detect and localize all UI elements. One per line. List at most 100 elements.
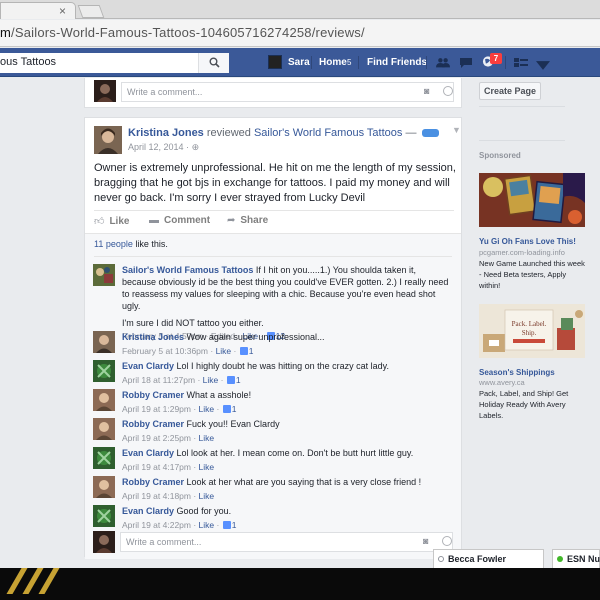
close-tab-icon[interactable]: × xyxy=(59,4,66,18)
camera-icon[interactable]: ◙ xyxy=(424,86,429,96)
comment-like-count[interactable]: 1 xyxy=(232,404,237,414)
privacy-shortcuts-icon[interactable] xyxy=(514,57,528,68)
comment-author-link[interactable]: Robby Cramer xyxy=(122,477,184,487)
sticker-icon[interactable] xyxy=(443,86,453,96)
address-bar[interactable]: m/Sailors-World-Famous-Tattoos-104605716… xyxy=(0,20,600,47)
camera-icon[interactable]: ◙ xyxy=(423,536,428,546)
chat-tab[interactable]: Becca Fowler xyxy=(433,549,544,568)
account-menu-chevron-icon[interactable] xyxy=(536,60,550,71)
commenter-avatar[interactable] xyxy=(93,331,115,353)
search-icon xyxy=(209,57,220,68)
comment-timestamp[interactable]: April 19 at 2:25pm xyxy=(122,433,191,443)
post-body: Owner is extremely unprofessional. He hi… xyxy=(94,162,456,204)
chat-tab-name: Becca Fowler xyxy=(448,554,507,564)
like-count-icon xyxy=(239,347,248,355)
browser-tab[interactable]: × xyxy=(0,2,76,19)
home-link[interactable]: Home xyxy=(319,57,347,68)
svg-text:Pack. Label.: Pack. Label. xyxy=(512,320,547,328)
post-timestamp[interactable]: April 12, 2014 · ⊕ xyxy=(128,142,199,153)
comment-button[interactable]: ▬ Comment xyxy=(149,215,210,226)
left-margin xyxy=(0,78,84,568)
comment-author-link[interactable]: Robby Cramer xyxy=(122,419,184,429)
comment-author-link[interactable]: Evan Clardy xyxy=(122,448,174,458)
comment-input-placeholder: Write a comment... xyxy=(126,537,202,547)
ad-title-link[interactable]: Season's Shippings xyxy=(479,368,555,377)
comment-body: Evan Clardy Lol I highly doubt he was hi… xyxy=(122,360,452,386)
comment-author-link[interactable]: Robby Cramer xyxy=(122,390,184,400)
chat-tab[interactable]: ESN Nug xyxy=(552,549,600,568)
comment-like-link[interactable]: Like xyxy=(199,520,215,530)
like-count-icon xyxy=(222,521,231,529)
comment-timestamp[interactable]: April 18 at 11:27pm xyxy=(122,375,195,385)
divider xyxy=(505,56,506,69)
comment-input[interactable]: Write a comment... ◙ xyxy=(120,532,453,552)
commenter-avatar xyxy=(94,80,116,102)
friend-requests-icon[interactable] xyxy=(436,57,450,68)
commenter-avatar[interactable] xyxy=(93,418,115,440)
author-avatar[interactable] xyxy=(94,126,122,154)
comment-meta: April 19 at 1:29pm · Like · 1 xyxy=(122,404,237,414)
comment-like-link[interactable]: Like xyxy=(199,433,215,443)
ad-image-avery[interactable]: Pack. Label. Ship. xyxy=(479,304,585,358)
chat-tab-name: ESN Nug xyxy=(567,554,600,564)
comment-timestamp[interactable]: April 19 at 1:29pm xyxy=(122,404,191,414)
comment-timestamp[interactable]: April 19 at 4:17pm xyxy=(122,462,191,472)
share-button[interactable]: ➦ Share xyxy=(227,215,268,226)
messages-icon[interactable] xyxy=(459,57,473,68)
comment-like-count[interactable]: 1 xyxy=(232,520,237,530)
screen-bottom-bezel xyxy=(0,568,600,600)
new-tab-button[interactable] xyxy=(77,5,105,18)
ad-title-link[interactable]: Yu Gi Oh Fans Love This! xyxy=(479,237,576,246)
find-friends-link[interactable]: Find Friends xyxy=(367,57,427,68)
commenter-avatar[interactable] xyxy=(93,476,115,498)
comment-like-link[interactable]: Like xyxy=(199,404,215,414)
url-text[interactable]: m/Sailors-World-Famous-Tattoos-104605716… xyxy=(0,25,365,40)
divider xyxy=(94,210,454,211)
comment-timestamp[interactable]: February 5 at 10:36pm xyxy=(122,346,208,356)
create-page-button[interactable]: Create Page xyxy=(479,82,541,100)
comment-like-link[interactable]: Like xyxy=(203,375,219,385)
avatar-photo xyxy=(93,531,115,553)
profile-link[interactable]: Sara xyxy=(288,57,310,68)
avatar-photo xyxy=(94,80,116,102)
comment-author-link[interactable]: Evan Clardy xyxy=(122,506,174,516)
commenter-avatar xyxy=(93,531,115,553)
svg-text:Ship.: Ship. xyxy=(522,329,537,337)
comment-body: Evan Clardy Good for you. April 19 at 4:… xyxy=(122,505,452,531)
page-name-link[interactable]: Sailor's World Famous Tattoos xyxy=(254,127,402,139)
commenter-avatar[interactable] xyxy=(93,447,115,469)
likes-count-link[interactable]: 11 people xyxy=(94,239,133,249)
comment-like-link[interactable]: Like xyxy=(199,462,215,472)
search-input[interactable]: ous Tattoos xyxy=(0,53,229,73)
author-name-link[interactable]: Kristina Jones xyxy=(128,127,204,139)
like-count-icon xyxy=(222,405,231,413)
commenter-avatar[interactable] xyxy=(93,264,115,286)
comment-like-link[interactable]: Like xyxy=(216,346,232,356)
facebook-top-bar: ous Tattoos Sara Home 5 Find Friends 7 xyxy=(0,48,600,77)
comment-like-link[interactable]: Like xyxy=(199,491,215,501)
sticker-icon[interactable] xyxy=(442,536,452,546)
ad-domain: pcgamer.com-loading.info xyxy=(479,248,565,257)
comment-timestamp[interactable]: April 19 at 4:22pm xyxy=(122,520,191,530)
profile-avatar[interactable] xyxy=(268,55,282,69)
commenter-avatar[interactable] xyxy=(93,389,115,411)
comment-author-link[interactable]: Evan Clardy xyxy=(122,361,174,371)
comment-author-link[interactable]: Kristina Jones xyxy=(122,332,184,342)
ad-image-graphic xyxy=(479,173,585,227)
commenter-avatar[interactable] xyxy=(93,360,115,382)
commenter-avatar[interactable] xyxy=(93,505,115,527)
like-button[interactable]: 👍︎ Like xyxy=(94,215,129,227)
search-button[interactable] xyxy=(198,53,229,73)
ad-image-yugioh[interactable] xyxy=(479,173,585,227)
comment-meta: April 18 at 11:27pm · Like · 1 xyxy=(122,375,241,385)
divider xyxy=(311,56,312,69)
search-input-value[interactable]: ous Tattoos xyxy=(0,56,56,68)
likes-summary: 11 people like this. xyxy=(94,239,168,249)
comment-timestamp[interactable]: April 19 at 4:18pm xyxy=(122,491,191,501)
comment-author-link[interactable]: Sailor's World Famous Tattoos xyxy=(122,265,253,275)
post-options-chevron-icon[interactable]: ▼ xyxy=(452,125,461,135)
notification-badge: 7 xyxy=(490,53,502,64)
comment-like-count[interactable]: 1 xyxy=(236,375,241,385)
comment-input[interactable]: Write a comment... ◙ xyxy=(121,82,454,102)
comment-like-count[interactable]: 1 xyxy=(249,346,254,356)
